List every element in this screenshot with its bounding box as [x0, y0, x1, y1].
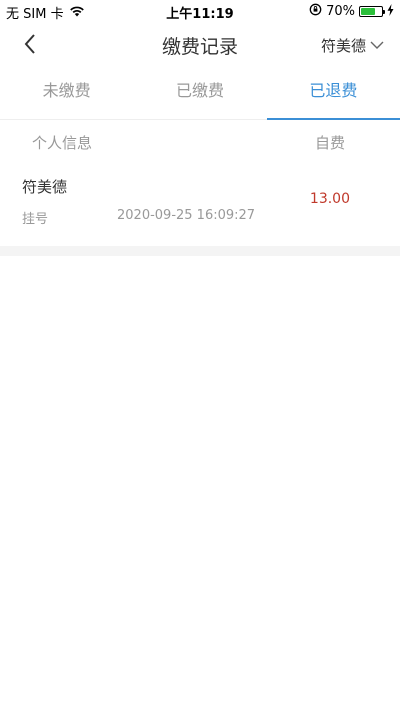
divider [0, 246, 400, 256]
battery-fill [361, 8, 375, 15]
chevron-down-icon [370, 41, 384, 49]
status-bar: 无 SIM 卡 上午11:19 70% [0, 0, 400, 22]
tab-paid[interactable]: 已缴费 [133, 66, 266, 119]
tab-bar: 未缴费 已缴费 已退费 [0, 66, 400, 120]
battery-icon [359, 6, 385, 17]
status-right: 70% [309, 3, 394, 20]
orientation-lock-icon [309, 3, 322, 20]
tab-refunded[interactable]: 已退费 [266, 66, 400, 120]
record-time: 2020-09-25 16:09:27 [117, 208, 256, 223]
record-patient-name: 符美德 [22, 178, 68, 196]
header-personal-info: 个人信息 [32, 134, 93, 152]
list-item[interactable]: 符美德 挂号 2020-09-25 16:09:27 13.00 [0, 162, 400, 246]
navigation-bar: 缴费记录 符美德 [0, 22, 400, 66]
header-self-pay: 自费 [314, 134, 345, 152]
tab-unpaid[interactable]: 未缴费 [0, 66, 133, 119]
battery-percent: 70% [326, 4, 355, 19]
charging-icon [387, 3, 394, 20]
record-amount: 13.00 [309, 191, 350, 207]
record-type: 挂号 [22, 212, 49, 227]
patient-name: 符美德 [320, 37, 366, 55]
patient-selector[interactable]: 符美德 [321, 35, 384, 56]
list-header: 个人信息 自费 [0, 120, 400, 162]
